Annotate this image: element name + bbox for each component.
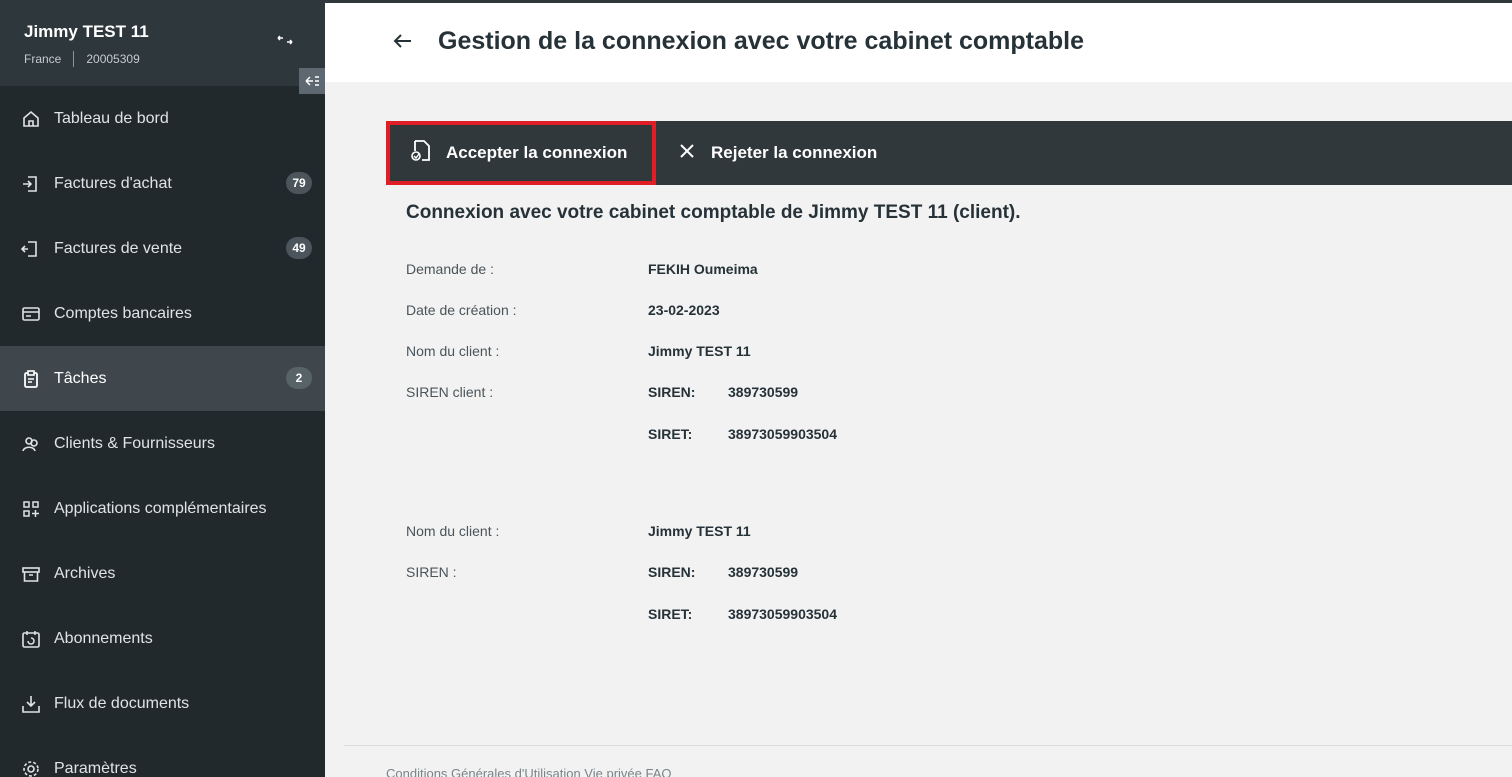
home-icon bbox=[20, 108, 42, 130]
siret-row-2: SIRET: 38973059903504 bbox=[648, 606, 837, 622]
company-country: France bbox=[24, 52, 62, 66]
client-name-value-2: Jimmy TEST 11 bbox=[648, 523, 751, 539]
sidebar-item-factures-achat[interactable]: Factures d'achat 79 bbox=[0, 151, 325, 216]
siren-key: SIREN: bbox=[648, 564, 696, 580]
sidebar-item-factures-vente[interactable]: Factures de vente 49 bbox=[0, 216, 325, 281]
creation-date-value: 23-02-2023 bbox=[648, 302, 720, 318]
accept-connection-button[interactable]: Accepter la connexion bbox=[386, 121, 656, 185]
sidebar-item-label: Flux de documents bbox=[54, 694, 190, 712]
company-meta: France 20005309 bbox=[24, 51, 301, 67]
sales-invoice-icon bbox=[20, 238, 42, 260]
footer-links[interactable]: Conditions Générales d'Utilisation Vie p… bbox=[386, 766, 672, 777]
count-badge: 79 bbox=[286, 172, 312, 194]
sidebar-item-taches[interactable]: Tâches 2 bbox=[0, 346, 325, 411]
sidebar-item-label: Factures d'achat bbox=[54, 174, 172, 192]
siren-key: SIREN: bbox=[648, 384, 696, 400]
siren-row: SIREN: 389730599 bbox=[648, 384, 798, 400]
siret-key: SIRET: bbox=[648, 426, 693, 442]
sidebar-item-flux-documents[interactable]: Flux de documents bbox=[0, 671, 325, 736]
request-from-label: Demande de : bbox=[406, 261, 494, 277]
sidebar-item-label: Abonnements bbox=[54, 629, 153, 647]
download-tray-icon bbox=[20, 693, 42, 715]
apps-grid-icon bbox=[20, 498, 42, 520]
siren-value: 389730599 bbox=[728, 564, 799, 580]
siret-row: SIRET: 38973059903504 bbox=[648, 426, 837, 442]
connection-title: Connexion avec votre cabinet comptable d… bbox=[406, 202, 1021, 223]
back-arrow-icon[interactable] bbox=[391, 29, 415, 53]
page-title: Gestion de la connexion avec votre cabin… bbox=[438, 27, 1085, 55]
clipboard-icon bbox=[20, 368, 42, 390]
calendar-refresh-icon bbox=[20, 628, 42, 650]
creation-date-label: Date de création : bbox=[406, 302, 517, 318]
siret-key: SIRET: bbox=[648, 606, 693, 622]
sidebar-item-parametres[interactable]: Paramètres bbox=[0, 736, 325, 777]
sidebar-item-label: Archives bbox=[54, 564, 116, 582]
sidebar-item-abonnements[interactable]: Abonnements bbox=[0, 606, 325, 671]
sidebar-item-label: Tâches bbox=[54, 369, 107, 387]
sidebar-item-comptes-bancaires[interactable]: Comptes bancaires bbox=[0, 281, 325, 346]
sidebar-item-tableau-de-bord[interactable]: Tableau de bord bbox=[0, 86, 325, 151]
siren-value: 389730599 bbox=[728, 384, 799, 400]
page-header: Gestion de la connexion avec votre cabin… bbox=[325, 0, 1512, 82]
close-icon bbox=[679, 143, 695, 164]
footer-divider bbox=[344, 745, 1512, 746]
sidebar-item-label: Clients & Fournisseurs bbox=[54, 434, 215, 452]
siret-value: 38973059903504 bbox=[728, 426, 838, 442]
company-header: Jimmy TEST 11 France 20005309 bbox=[0, 0, 325, 86]
meta-divider bbox=[73, 51, 75, 67]
gear-icon bbox=[20, 758, 42, 777]
sidebar-item-label: Paramètres bbox=[54, 759, 137, 777]
company-name: Jimmy TEST 11 bbox=[24, 22, 149, 41]
client-name-label-2: Nom du client : bbox=[406, 523, 500, 539]
count-badge: 49 bbox=[286, 237, 312, 259]
bank-card-icon bbox=[20, 303, 42, 325]
sidebar-item-archives[interactable]: Archives bbox=[0, 541, 325, 606]
company-account-id: 20005309 bbox=[86, 52, 140, 66]
siret-value: 38973059903504 bbox=[728, 606, 838, 622]
sidebar-item-clients-fournisseurs[interactable]: Clients & Fournisseurs bbox=[0, 411, 325, 476]
sidebar-item-label: Factures de vente bbox=[54, 239, 183, 257]
reject-connection-label: Rejeter la connexion bbox=[711, 143, 878, 162]
action-bar: Accepter la connexion Rejeter la connexi… bbox=[386, 121, 1512, 185]
siren-client-label: SIREN client : bbox=[406, 384, 494, 400]
client-name-label: Nom du client : bbox=[406, 343, 500, 359]
accept-connection-label: Accepter la connexion bbox=[446, 143, 628, 162]
sidebar-item-label: Comptes bancaires bbox=[54, 304, 192, 322]
request-from-value: FEKIH Oumeima bbox=[648, 261, 758, 277]
sidebar-item-label: Applications complémentaires bbox=[54, 499, 267, 517]
users-icon bbox=[20, 433, 42, 455]
siren-label-2: SIREN : bbox=[406, 564, 457, 580]
archive-box-icon bbox=[20, 563, 42, 585]
sidebar-item-label: Tableau de bord bbox=[54, 109, 169, 127]
sidebar: Jimmy TEST 11 France 20005309 Tableau de… bbox=[0, 0, 325, 777]
count-badge: 2 bbox=[286, 367, 312, 389]
purchase-invoice-icon bbox=[20, 173, 42, 195]
siren-row-2: SIREN: 389730599 bbox=[648, 564, 798, 580]
reject-connection-button[interactable]: Rejeter la connexion bbox=[679, 121, 877, 185]
client-name-value: Jimmy TEST 11 bbox=[648, 343, 751, 359]
sidebar-item-applications[interactable]: Applications complémentaires bbox=[0, 476, 325, 541]
document-accept-icon bbox=[410, 139, 432, 168]
switch-company-icon[interactable] bbox=[275, 32, 295, 48]
